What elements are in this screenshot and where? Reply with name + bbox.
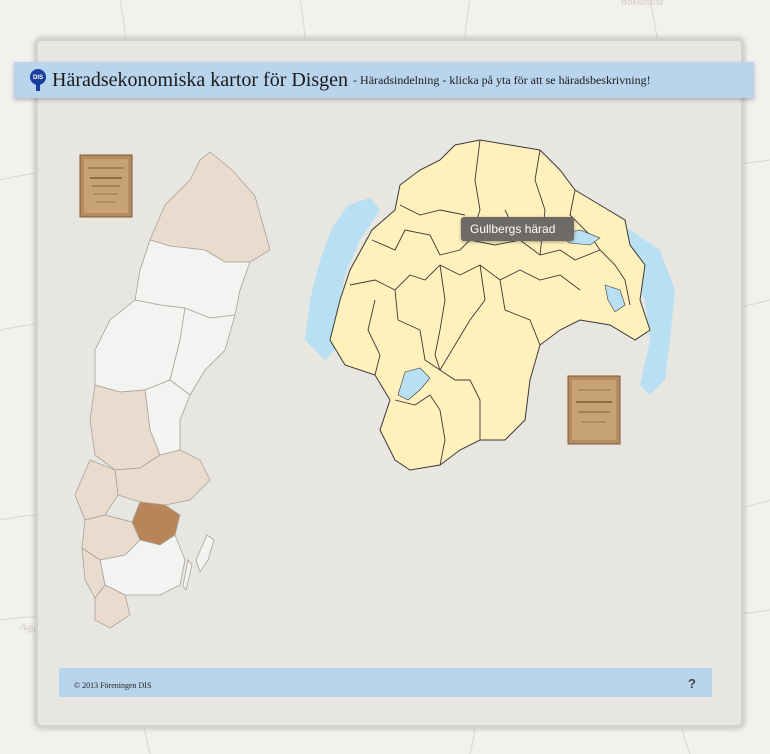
book-cover-top[interactable] xyxy=(79,154,133,218)
help-button[interactable]: ? xyxy=(688,676,696,691)
book-cover-right[interactable] xyxy=(567,375,621,445)
maps-canvas xyxy=(74,139,675,629)
footer-bar: © 2013 Föreningen DIS ? xyxy=(59,668,712,697)
sweden-map-icon xyxy=(74,151,271,629)
region-gotland[interactable] xyxy=(195,534,215,573)
region-varmland[interactable] xyxy=(74,459,119,521)
region-tooltip: Gullbergs härad xyxy=(461,217,574,241)
copyright-text: © 2013 Föreningen DIS xyxy=(74,681,152,690)
